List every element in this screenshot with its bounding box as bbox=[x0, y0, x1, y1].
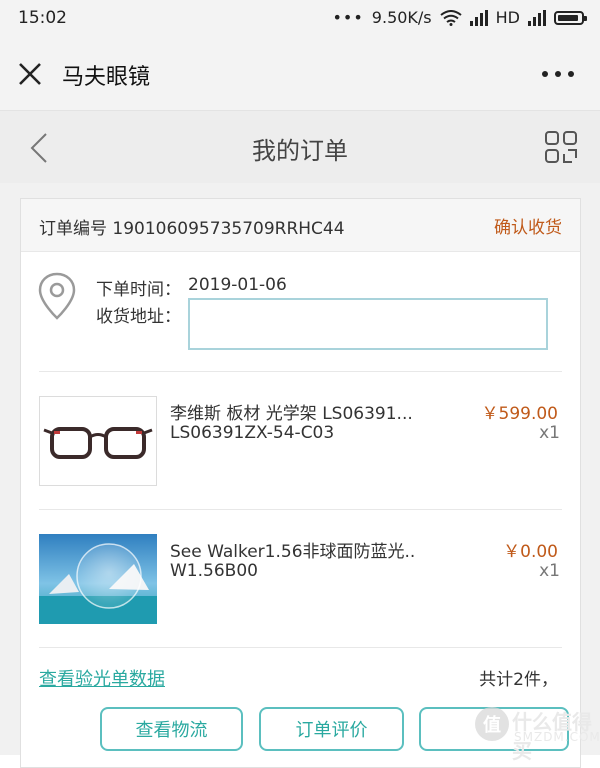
signal-icon bbox=[469, 9, 488, 26]
location-pin-icon bbox=[38, 272, 76, 320]
page-header: 我的订单 bbox=[0, 111, 600, 183]
item-quantity: x1 bbox=[539, 423, 560, 443]
more-dots-icon[interactable] bbox=[542, 68, 576, 80]
net-speed: 9.50K/s bbox=[371, 8, 432, 27]
order-card-header: 订单编号 190106095735709RRHC44 确认收货 bbox=[21, 199, 580, 252]
item-sku: W1.56B00 bbox=[170, 561, 258, 581]
address-section: 下单时间： 2019-01-06 收货地址： bbox=[21, 251, 580, 371]
item-sku: LS06391ZX-54-C03 bbox=[170, 423, 335, 443]
item-total: 共计2件， bbox=[479, 670, 558, 690]
grid-icon[interactable] bbox=[544, 130, 578, 164]
order-item[interactable]: 李维斯 板材 光学架 LS06391... LS06391ZX-54-C03 ￥… bbox=[21, 372, 580, 490]
item-name: See Walker1.56非球面防蓝光.. bbox=[170, 542, 416, 562]
close-icon[interactable] bbox=[16, 60, 44, 88]
watermark-domain: SMZDM.COM bbox=[514, 730, 600, 744]
order-review-button[interactable]: 订单评价 bbox=[259, 707, 404, 751]
divider bbox=[39, 647, 562, 648]
battery-icon bbox=[554, 10, 587, 25]
svg-text:值: 值 bbox=[483, 714, 501, 736]
network-type: HD bbox=[495, 8, 520, 27]
order-item[interactable]: See Walker1.56非球面防蓝光.. W1.56B00 ￥0.00 x1 bbox=[21, 510, 580, 628]
order-card: 订单编号 190106095735709RRHC44 确认收货 下单时间： 20… bbox=[20, 198, 581, 768]
notification-dots-icon: ••• bbox=[332, 8, 364, 27]
item-name: 李维斯 板材 光学架 LS06391... bbox=[170, 404, 413, 424]
item-price: ￥0.00 bbox=[503, 542, 558, 562]
view-logistics-button[interactable]: 查看物流 bbox=[100, 707, 243, 751]
lens-image bbox=[39, 534, 157, 624]
order-time-value: 2019-01-06 bbox=[188, 275, 287, 295]
app-title: 马夫眼镜 bbox=[62, 65, 151, 90]
app-title-bar: 马夫眼镜 bbox=[0, 38, 600, 111]
glasses-image bbox=[39, 396, 157, 486]
signal-icon-2 bbox=[528, 9, 546, 26]
status-indicators: ••• 9.50K/s HD bbox=[332, 8, 587, 27]
order-number: 订单编号 190106095735709RRHC44 bbox=[39, 219, 345, 239]
address-field[interactable] bbox=[188, 298, 548, 350]
wifi-icon bbox=[440, 9, 462, 26]
order-time-label: 下单时间： bbox=[96, 280, 181, 300]
order-summary-row: 查看验光单数据 共计2件， bbox=[21, 657, 580, 697]
status-bar: 15:02 ••• 9.50K/s HD bbox=[0, 0, 600, 38]
address-label: 收货地址： bbox=[96, 307, 181, 327]
page-title: 我的订单 bbox=[252, 137, 348, 165]
item-quantity: x1 bbox=[539, 561, 560, 581]
confirm-receipt-button[interactable]: 确认收货 bbox=[494, 213, 562, 238]
item-price: ￥599.00 bbox=[481, 404, 558, 424]
status-time: 15:02 bbox=[18, 8, 67, 28]
view-prescription-link[interactable]: 查看验光单数据 bbox=[39, 665, 165, 691]
